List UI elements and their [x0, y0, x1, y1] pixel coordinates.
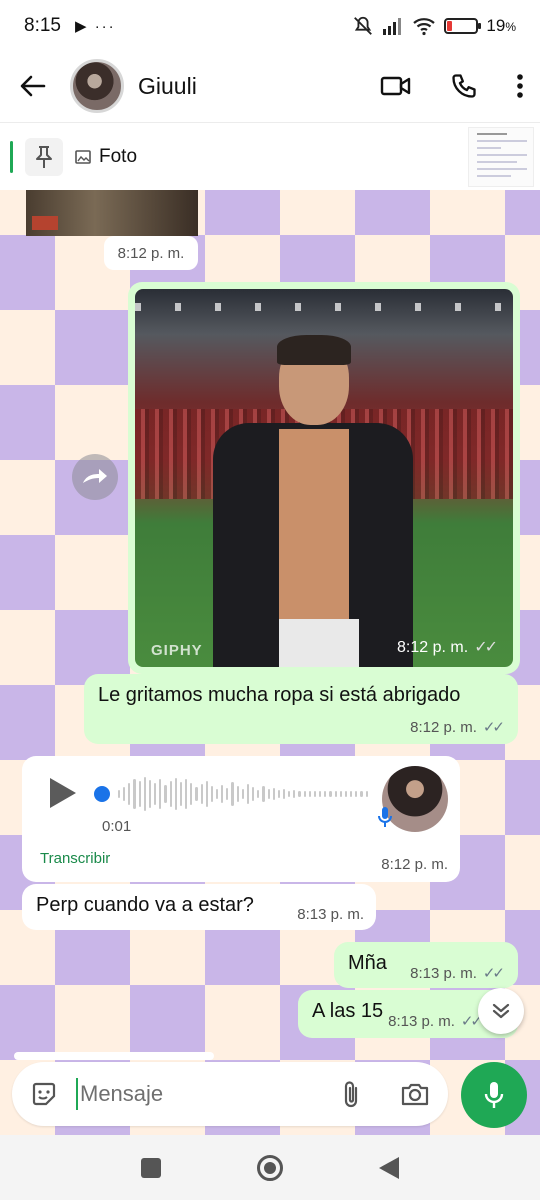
status-right: 19% — [352, 15, 516, 37]
contact-avatar[interactable] — [70, 59, 124, 113]
message-text: Perp cuando va a estar? — [36, 894, 254, 916]
mute-icon — [354, 16, 373, 35]
attach-icon[interactable] — [342, 1079, 360, 1109]
video-call-icon[interactable] — [380, 75, 412, 97]
microphone-icon — [484, 1082, 504, 1108]
forward-icon — [83, 469, 107, 483]
double-chevron-down-icon — [492, 1003, 510, 1019]
double-check-icon: ✓✓ — [482, 965, 505, 982]
back-button[interactable] — [16, 69, 50, 103]
voice-record-button[interactable] — [461, 1062, 527, 1128]
double-check-icon: ✓✓ — [482, 719, 505, 736]
pinned-indicator — [10, 140, 13, 173]
reply-handle — [14, 1052, 214, 1060]
message-composer — [12, 1062, 448, 1126]
phone-call-icon[interactable] — [450, 72, 478, 100]
voice-time: 8:12 p. m. — [381, 856, 448, 873]
system-nav-bar — [0, 1135, 540, 1200]
chat-area: 8:12 p. m. GIPHY 8:12 p. m. ✓✓ Le gritamo… — [0, 190, 540, 1135]
sticker-icon[interactable] — [30, 1080, 58, 1108]
battery-icon — [444, 18, 482, 34]
message-text: Le gritamos mucha ropa si está abrigado — [98, 684, 461, 706]
home-button[interactable] — [257, 1154, 283, 1181]
voice-waveform[interactable] — [118, 774, 368, 814]
incoming-message[interactable]: Perp cuando va a estar? 8:13 p. m. — [22, 884, 376, 930]
pinned-message-bar[interactable]: Foto — [0, 122, 540, 190]
voice-progress-dot[interactable] — [94, 786, 110, 802]
status-bar: 8:15 ▶ ··· 19% — [0, 0, 540, 52]
more-vert-icon[interactable] — [516, 73, 524, 99]
chat-header: Giuuli — [0, 52, 540, 120]
camera-icon[interactable] — [400, 1081, 430, 1107]
image-icon — [75, 149, 91, 164]
message-meta: 8:13 p. m. ✓✓ — [410, 965, 505, 982]
mic-icon — [378, 807, 392, 827]
voice-message[interactable]: 0:01 Transcribir 8:12 p. m. — [22, 756, 460, 882]
recents-button[interactable] — [141, 1157, 161, 1178]
wifi-icon — [413, 18, 436, 36]
photo-message-thumbnail[interactable] — [26, 190, 198, 236]
transcribe-link[interactable]: Transcribir — [40, 850, 110, 867]
status-left-icons: ▶ ··· — [74, 18, 116, 35]
pin-button[interactable] — [25, 137, 63, 176]
message-meta: 8:12 p. m. ✓✓ — [410, 719, 505, 736]
arrow-left-icon — [20, 75, 46, 97]
battery-percent: 19% — [486, 16, 516, 35]
text-caret — [76, 1078, 78, 1110]
pinned-thumbnail[interactable] — [468, 127, 534, 187]
gif-image[interactable]: GIPHY 8:12 p. m. ✓✓ — [135, 289, 513, 667]
system-back-button[interactable] — [379, 1156, 399, 1179]
scroll-down-button[interactable] — [478, 988, 524, 1034]
signal-icon — [383, 18, 402, 35]
pin-icon — [36, 145, 52, 168]
photo-message-time: 8:12 p. m. — [104, 236, 198, 270]
pinned-label: Foto — [75, 146, 137, 168]
gif-message[interactable]: GIPHY 8:12 p. m. ✓✓ — [128, 282, 520, 674]
forward-button[interactable] — [72, 454, 118, 500]
voice-duration: 0:01 — [102, 818, 132, 835]
message-input[interactable] — [80, 1081, 320, 1107]
message-time: 8:13 p. m. — [297, 906, 364, 923]
double-check-icon: ✓✓ — [460, 1013, 483, 1030]
play-icon[interactable] — [50, 778, 76, 808]
message-text: A las 15 — [312, 1000, 384, 1022]
contact-name[interactable]: Giuuli — [138, 73, 197, 100]
message-meta: 8:13 p. m. ✓✓ — [388, 1013, 483, 1030]
message-text: Mña — [348, 952, 387, 974]
giphy-watermark: GIPHY — [151, 642, 203, 659]
gif-meta: 8:12 p. m. ✓✓ — [397, 639, 498, 656]
outgoing-message[interactable]: Mña 8:13 p. m. ✓✓ — [334, 942, 518, 988]
status-time: 8:15 — [24, 15, 61, 36]
double-check-icon: ✓✓ — [474, 639, 498, 656]
outgoing-message[interactable]: Le gritamos mucha ropa si está abrigado … — [84, 674, 518, 744]
